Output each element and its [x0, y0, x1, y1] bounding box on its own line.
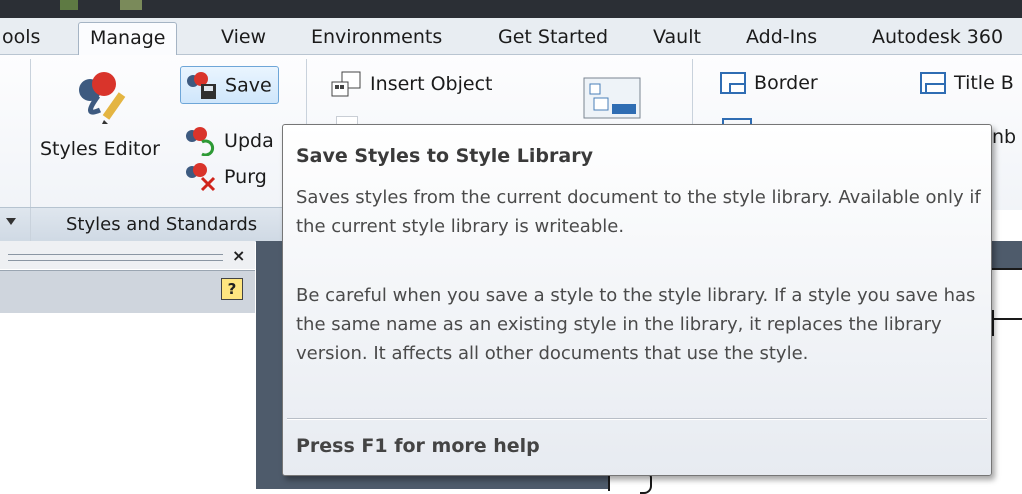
- tooltip-save-styles: Save Styles to Style Library Saves style…: [282, 124, 992, 476]
- save-styles-button[interactable]: Save: [180, 66, 279, 104]
- sheet-format-icon[interactable]: [580, 76, 644, 120]
- tooltip-divider: [287, 418, 987, 420]
- title-bar-strip: [0, 0, 1022, 18]
- sheet-border-line: [992, 310, 994, 336]
- update-label: Upda: [224, 130, 274, 152]
- hidden-ribbon-label: nb: [992, 126, 1017, 148]
- title-block-button[interactable]: Title B: [918, 70, 1014, 96]
- tab-view[interactable]: View: [221, 22, 266, 53]
- tab-manage[interactable]: Manage: [78, 22, 178, 55]
- ribbon-tab-row: ools Manage View Environments Get Starte…: [0, 18, 1022, 55]
- panel-grip-handle[interactable]: [8, 254, 223, 261]
- group-label-styles-and-standards: Styles and Standards: [66, 214, 258, 235]
- tooltip-help-hint: Press F1 for more help: [296, 435, 540, 457]
- tab-add-ins[interactable]: Add-Ins: [746, 22, 817, 53]
- border-label: Border: [754, 72, 818, 94]
- tooltip-warning: Be careful when you save a style to the …: [296, 285, 976, 364]
- save-label: Save: [225, 74, 272, 97]
- quick-access-icon[interactable]: [120, 0, 142, 10]
- update-styles-icon: [186, 127, 215, 156]
- purge-styles-button[interactable]: Purg: [184, 162, 267, 192]
- tooltip-description: Saves styles from the current document t…: [296, 187, 981, 237]
- styles-editor-label: Styles Editor: [40, 138, 160, 160]
- insert-object-icon: [331, 71, 361, 97]
- styles-editor-icon: [79, 72, 126, 124]
- tab-vault[interactable]: Vault: [653, 22, 701, 53]
- border-icon: [720, 72, 746, 94]
- insert-object-button[interactable]: Insert Object: [330, 70, 492, 98]
- tooltip-title: Save Styles to Style Library: [296, 145, 593, 167]
- quick-access-icon[interactable]: [60, 0, 78, 10]
- dropdown-arrow-icon[interactable]: [6, 218, 16, 225]
- purge-styles-icon: [186, 163, 216, 192]
- ribbon-group-bar: Styles and Standards: [0, 207, 300, 242]
- insert-object-label: Insert Object: [370, 73, 493, 95]
- tab-get-started[interactable]: Get Started: [498, 22, 608, 53]
- browser-panel-body: [0, 313, 255, 489]
- title-block-icon: [920, 72, 946, 94]
- ribbon-separator: [30, 208, 31, 242]
- styles-editor-button[interactable]: Styles Editor: [40, 60, 172, 180]
- title-block-label: Title B: [954, 72, 1014, 94]
- panel-close-icon[interactable]: ×: [232, 246, 245, 265]
- tab-environments[interactable]: Environments: [311, 22, 442, 53]
- tab-autodesk-360[interactable]: Autodesk 360: [872, 22, 1003, 53]
- purge-label: Purg: [224, 166, 267, 188]
- help-icon[interactable]: ?: [221, 278, 243, 300]
- tab-tools[interactable]: ools: [2, 22, 40, 53]
- update-styles-button[interactable]: Upda: [184, 126, 274, 156]
- save-styles-icon: [187, 71, 216, 99]
- border-button[interactable]: Border: [718, 70, 818, 96]
- browser-panel-toolbar: [0, 270, 255, 314]
